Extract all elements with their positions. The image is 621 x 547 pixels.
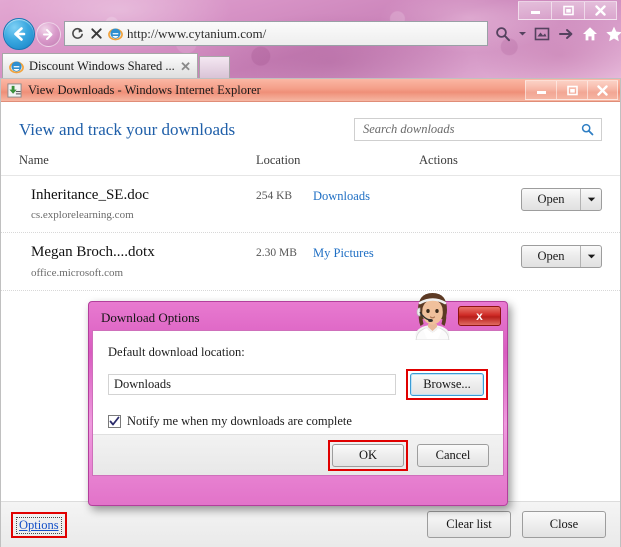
chevron-down-icon[interactable] — [518, 29, 527, 38]
download-actions: Open — [488, 244, 602, 269]
download-file-info: Inheritance_SE.doc cs.explorelearning.co… — [31, 187, 256, 221]
search-downloads-box[interactable] — [354, 118, 602, 141]
compatibility-view-icon[interactable] — [533, 25, 551, 43]
address-url-text: http://www.cytanium.com/ — [127, 25, 267, 41]
browse-button[interactable]: Browse... — [410, 373, 484, 396]
download-row[interactable]: Inheritance_SE.doc cs.explorelearning.co… — [1, 176, 620, 234]
downloads-footer-buttons: Clear list Close — [427, 511, 606, 538]
downloads-header-row: View and track your downloads — [1, 102, 620, 153]
search-input[interactable] — [363, 122, 580, 137]
download-size: 2.30 MB — [256, 247, 297, 260]
downloads-window-title: View Downloads - Windows Internet Explor… — [28, 82, 261, 97]
notify-checkbox-label: Notify me when my downloads are complete — [127, 414, 352, 428]
open-button[interactable]: Open — [522, 189, 580, 210]
downloads-close-button[interactable] — [587, 80, 618, 100]
column-header-actions: Actions — [419, 153, 458, 167]
ie-browser-window: http://www.cytanium.com/ Discount Window… — [0, 0, 621, 78]
default-location-label: Default download location: — [108, 345, 245, 359]
browser-tab-strip: Discount Windows Shared ... ✕ — [0, 51, 621, 78]
go-arrow-icon[interactable] — [557, 25, 575, 43]
stop-x-icon[interactable] — [89, 26, 104, 41]
downloads-column-headers: Name Location Actions — [1, 153, 620, 176]
download-actions: Open — [488, 187, 602, 211]
browser-tab-label: Discount Windows Shared ... — [29, 58, 175, 73]
browser-window-controls — [518, 1, 617, 20]
dialog-client-area: Default download location: Browse... Not… — [92, 330, 504, 476]
close-button[interactable]: Close — [522, 511, 606, 538]
download-file-info: Megan Broch....dotx office.microsoft.com — [31, 244, 256, 278]
download-source: office.microsoft.com — [31, 266, 124, 279]
download-row[interactable]: Megan Broch....dotx office.microsoft.com… — [1, 233, 620, 291]
favorites-star-icon[interactable] — [605, 25, 621, 43]
support-agent-avatar — [415, 293, 450, 340]
download-location-link[interactable]: My Pictures — [313, 244, 488, 261]
downloads-restore-button[interactable] — [556, 80, 587, 100]
default-location-row: Browse... — [108, 369, 488, 400]
browser-restore-button[interactable] — [551, 1, 584, 20]
forward-button[interactable] — [36, 22, 61, 47]
ok-highlight-box: OK — [328, 439, 408, 471]
home-icon[interactable] — [581, 25, 599, 43]
column-header-location: Location — [256, 153, 301, 167]
new-tab-button[interactable] — [199, 56, 230, 78]
browse-highlight-box: Browse... — [406, 369, 488, 400]
downloads-arrow-icon — [7, 82, 22, 98]
download-filename: Megan Broch....dotx — [31, 244, 155, 261]
page-title: View and track your downloads — [19, 119, 236, 139]
chevron-down-icon — [587, 197, 595, 202]
open-split-button[interactable]: Open — [521, 245, 602, 269]
open-button[interactable]: Open — [522, 246, 580, 267]
ie-logo-icon — [9, 60, 24, 73]
browser-tab[interactable]: Discount Windows Shared ... ✕ — [2, 53, 198, 78]
downloads-titlebar: View Downloads - Windows Internet Explor… — [1, 79, 620, 102]
open-dropdown-button[interactable] — [580, 189, 601, 210]
cancel-button[interactable]: Cancel — [417, 443, 489, 467]
download-size: 254 KB — [256, 190, 293, 202]
dialog-close-button[interactable]: x — [458, 306, 501, 326]
ok-button[interactable]: OK — [332, 443, 404, 467]
address-bar[interactable]: http://www.cytanium.com/ — [64, 21, 488, 46]
tab-close-icon[interactable]: ✕ — [180, 60, 191, 73]
downloads-minimize-button[interactable] — [525, 80, 556, 100]
download-filename: Inheritance_SE.doc — [31, 187, 149, 203]
options-highlight-box: Options — [11, 511, 67, 538]
open-split-button[interactable]: Open — [521, 188, 602, 211]
notify-checkbox-row[interactable]: Notify me when my downloads are complete — [108, 414, 488, 429]
downloads-window-controls — [525, 80, 618, 100]
downloads-footer: Options Clear list Close — [1, 501, 620, 547]
back-button[interactable] — [3, 18, 35, 50]
browser-minimize-button[interactable] — [518, 1, 551, 20]
browser-close-button[interactable] — [584, 1, 617, 20]
search-icon[interactable] — [580, 122, 595, 137]
open-dropdown-button[interactable] — [580, 246, 601, 268]
checkmark-icon — [109, 416, 120, 426]
dialog-button-bar: OK Cancel — [93, 434, 503, 475]
search-icon[interactable] — [494, 25, 512, 43]
download-source: cs.explorelearning.com — [31, 209, 134, 222]
clear-list-button[interactable]: Clear list — [427, 511, 511, 538]
dialog-title: Download Options — [101, 309, 200, 325]
options-link[interactable]: Options — [16, 516, 62, 534]
forward-arrow-icon — [43, 29, 53, 40]
column-header-name: Name — [19, 153, 49, 167]
download-location-link[interactable]: Downloads — [313, 187, 488, 204]
browser-toolbar-icons — [494, 21, 621, 46]
browser-nav-row: http://www.cytanium.com/ — [0, 17, 621, 51]
ie-logo-icon — [108, 28, 123, 41]
refresh-icon[interactable] — [70, 26, 85, 41]
chevron-down-icon — [587, 254, 595, 259]
default-location-input[interactable] — [108, 374, 396, 395]
back-arrow-icon — [14, 27, 26, 41]
notify-checkbox[interactable] — [108, 415, 121, 428]
